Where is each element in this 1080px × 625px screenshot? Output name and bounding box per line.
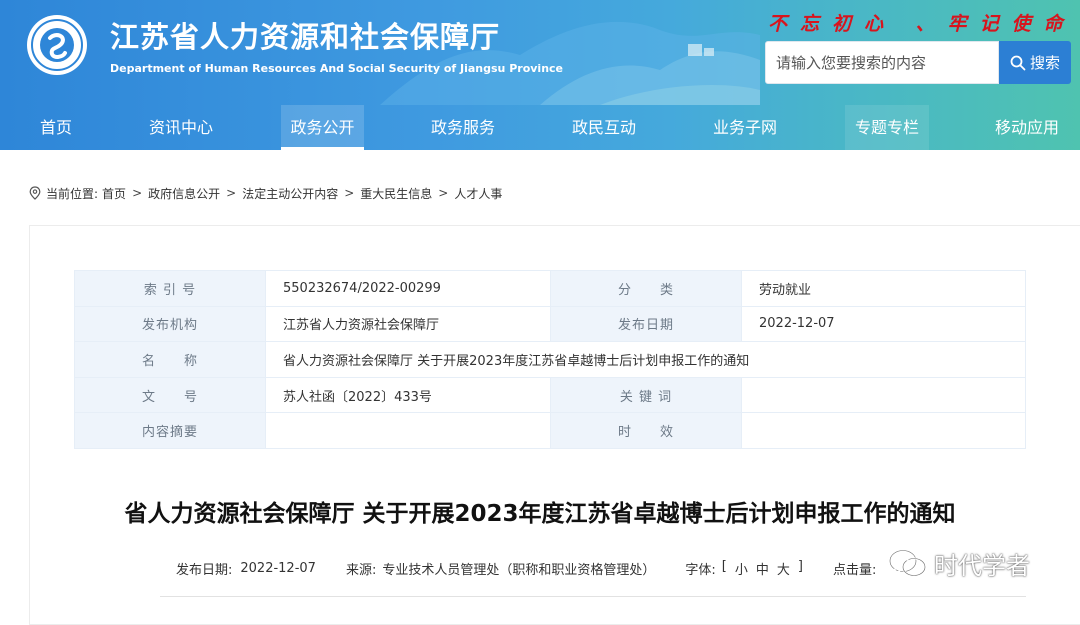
nav-item-mobile[interactable]: 移动应用 xyxy=(968,105,1080,150)
breadcrumb-item-gov-info[interactable]: 政府信息公开 xyxy=(148,185,220,202)
location-pin-icon xyxy=(29,186,41,200)
meta-label-index: 索 引 号 xyxy=(74,270,266,307)
search-icon xyxy=(1010,55,1026,70)
meta-value-name: 省人力资源社会保障厅 关于开展2023年度江苏省卓越博士后计划申报工作的通知 xyxy=(265,341,1026,378)
font-size-label: 字体: xyxy=(685,563,716,578)
nav-item-topics[interactable]: 专题专栏 xyxy=(845,105,929,150)
breadcrumb-item-home[interactable]: 首页 xyxy=(102,185,126,202)
source-label: 来源: xyxy=(345,563,377,578)
publish-date: 2022-12-07 xyxy=(240,561,316,576)
article-title: 省人力资源社会保障厅 关于开展2023年度江苏省卓越博士后计划申报工作的通知 xyxy=(124,501,956,527)
font-size-medium-button[interactable]: 中 xyxy=(756,559,769,578)
table-row: 索 引 号 550232674/2022-00299 分 类 劳动就业 xyxy=(74,270,1026,307)
search-box xyxy=(765,41,999,84)
table-row: 发布机构 江苏省人力资源社会保障厅 发布日期 2022-12-07 xyxy=(74,305,1026,343)
breadcrumb-separator: > xyxy=(344,186,355,200)
font-size-large-button[interactable]: 大 xyxy=(777,559,790,578)
document-meta-table: 索 引 号 550232674/2022-00299 分 类 劳动就业 发布机构… xyxy=(74,270,1026,449)
hits-label: 点击量: xyxy=(832,563,877,578)
search-button-label: 搜索 xyxy=(1029,54,1060,72)
slogan: 不忘初心 、牢记使命 xyxy=(768,13,1076,35)
source-value: 专业技术人员管理处（职称和职业资格管理处） xyxy=(382,563,656,578)
main-nav: 首页 资讯中心 政务公开 政务服务 政民互动 业务子网 专题专栏 移动应用 xyxy=(0,105,1080,150)
breadcrumb-prefix: 当前位置: xyxy=(46,186,99,201)
breadcrumb-item-talent[interactable]: 人才人事 xyxy=(454,185,502,202)
meta-label-name: 名 称 xyxy=(74,341,266,378)
meta-value-category: 劳动就业 xyxy=(741,270,1026,307)
breadcrumb-item-livelihood[interactable]: 重大民生信息 xyxy=(360,185,432,202)
meta-value-publisher: 江苏省人力资源社会保障厅 xyxy=(265,305,551,343)
meta-label-publisher: 发布机构 xyxy=(74,305,266,343)
breadcrumb: 当前位置: 首页 > 政府信息公开 > 法定主动公开内容 > 重大民生信息 > … xyxy=(29,184,502,202)
meta-value-keywords xyxy=(741,376,1026,414)
table-row: 文 号 苏人社函〔2022〕433号 关 键 词 xyxy=(74,376,1026,414)
article-meta-bar: 发布日期: 2022-12-07 来源: 专业技术人员管理处（职称和职业资格管理… xyxy=(176,559,876,578)
table-row: 内容摘要 时 效 xyxy=(74,412,1026,449)
nav-item-home[interactable]: 首页 xyxy=(0,105,112,150)
meta-value-date: 2022-12-07 xyxy=(741,305,1026,343)
breadcrumb-separator: > xyxy=(132,186,143,200)
search-input[interactable] xyxy=(766,42,998,83)
meta-label-keywords: 关 键 词 xyxy=(550,376,742,414)
publish-date-label: 发布日期: xyxy=(176,563,233,578)
nav-item-news[interactable]: 资讯中心 xyxy=(122,105,240,150)
search-button[interactable]: 搜索 xyxy=(999,41,1071,84)
breadcrumb-item-statutory[interactable]: 法定主动公开内容 xyxy=(242,185,338,202)
wechat-icon xyxy=(889,549,926,577)
nav-item-subsites[interactable]: 业务子网 xyxy=(686,105,804,150)
nav-item-gov-info[interactable]: 政务公开 xyxy=(281,105,364,150)
nav-item-interaction[interactable]: 政民互动 xyxy=(545,105,663,150)
meta-value-doc-number: 苏人社函〔2022〕433号 xyxy=(265,376,551,414)
meta-label-category: 分 类 xyxy=(550,270,742,307)
meta-label-validity: 时 效 xyxy=(550,412,742,449)
font-size-small-button[interactable]: 小 xyxy=(735,559,748,578)
meta-label-abstract: 内容摘要 xyxy=(74,412,266,449)
meta-value-validity xyxy=(741,412,1026,449)
font-size-control: [ 小 中 大 ] xyxy=(722,559,803,578)
font-bracket-close: ] xyxy=(797,559,803,574)
ministry-logo xyxy=(27,15,87,75)
site-header: 江苏省人力资源和社会保障厅 Department of Human Resour… xyxy=(0,0,1080,150)
meta-divider xyxy=(160,596,1026,597)
meta-value-index: 550232674/2022-00299 xyxy=(265,270,551,307)
breadcrumb-separator: > xyxy=(438,186,449,200)
nav-item-gov-services[interactable]: 政务服务 xyxy=(404,105,522,150)
font-bracket-open: [ xyxy=(721,559,727,574)
table-row: 名 称 省人力资源社会保障厅 关于开展2023年度江苏省卓越博士后计划申报工作的… xyxy=(74,341,1026,378)
watermark-text: 时代学者 xyxy=(934,552,1030,580)
meta-label-doc-number: 文 号 xyxy=(74,376,266,414)
site-subtitle: Department of Human Resources And Social… xyxy=(110,62,564,75)
meta-value-abstract xyxy=(265,412,551,449)
site-title: 江苏省人力资源和社会保障厅 xyxy=(110,20,501,54)
watermark: 时代学者 xyxy=(888,546,1030,581)
meta-label-date: 发布日期 xyxy=(550,305,742,343)
breadcrumb-separator: > xyxy=(226,186,237,200)
